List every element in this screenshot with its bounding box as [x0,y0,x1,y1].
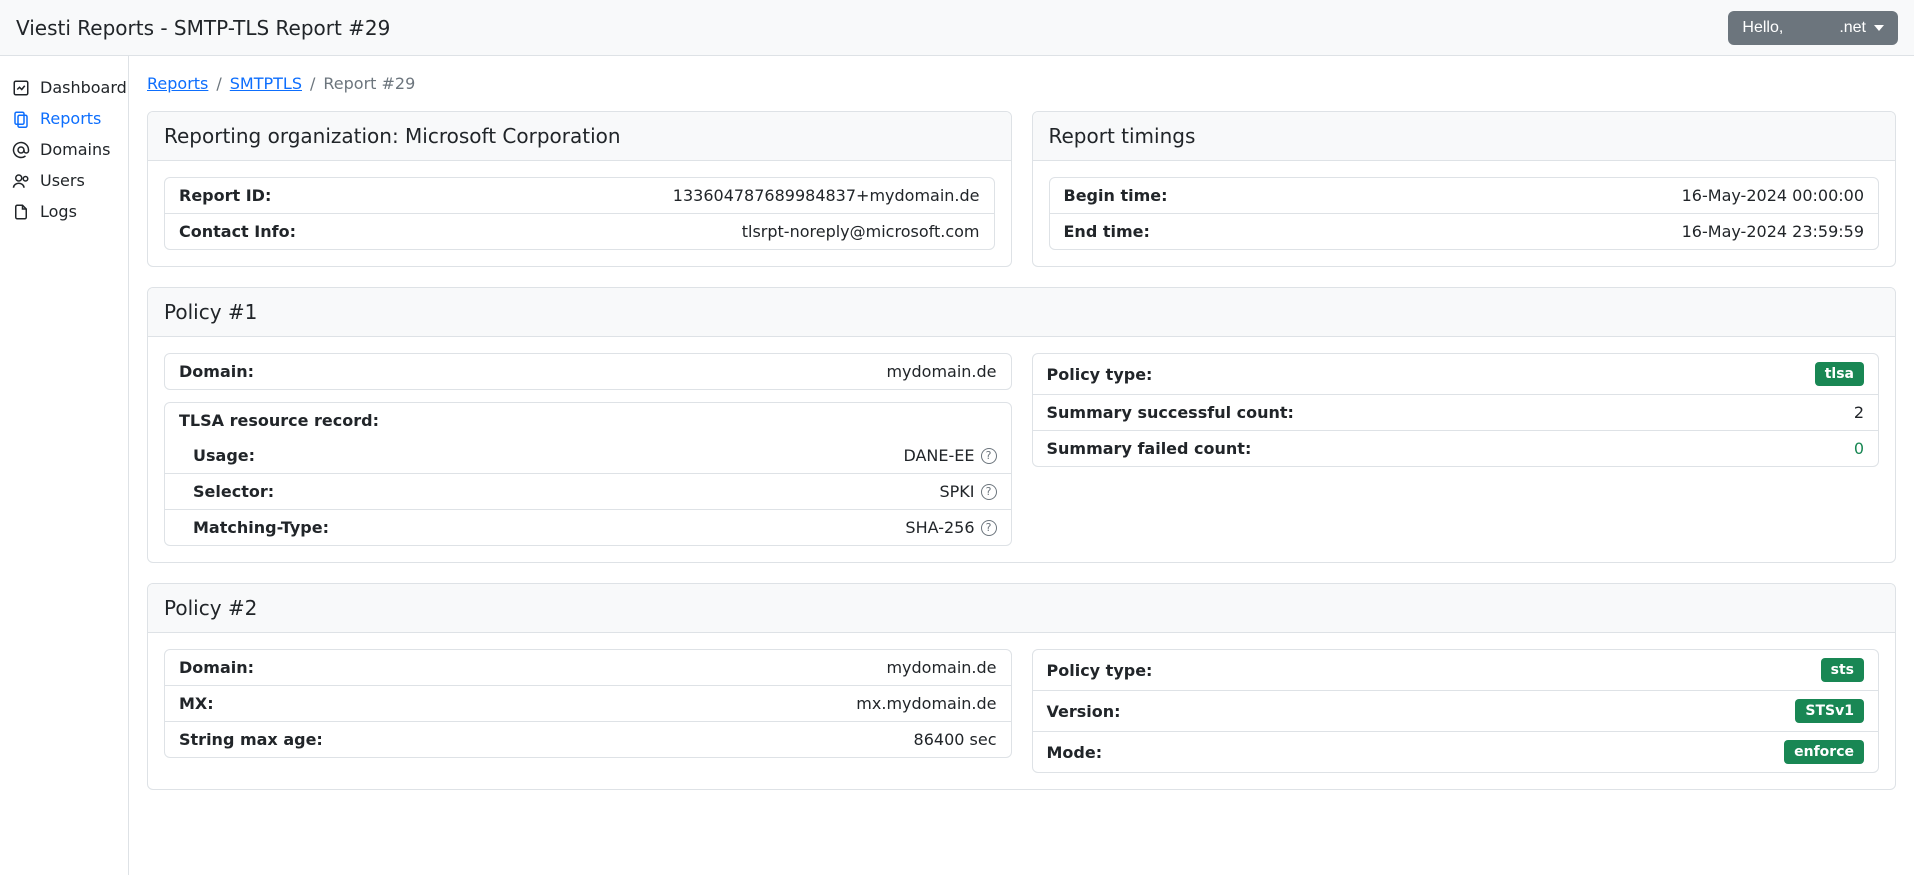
chevron-down-icon [1874,25,1884,31]
failed-count-value: 0 [1854,439,1864,458]
card-header: Report timings [1033,112,1896,161]
policy2-domain-row: Domain: mydomain.de [165,650,1011,686]
begin-time-label: Begin time: [1064,186,1168,205]
card-header: Policy #1 [148,288,1895,337]
end-time-value: 16-May-2024 23:59:59 [1682,222,1864,241]
user-menu-button[interactable]: Hello, .net [1728,11,1898,45]
domain-value: mydomain.de [886,658,996,677]
policy-type-badge: sts [1821,658,1864,682]
policy-type-label: Policy type: [1047,365,1153,384]
policy-type-row: Policy type: tlsa [1033,354,1879,395]
success-count-row: Summary successful count: 2 [1033,395,1879,431]
usage-value: DANE-EE [903,446,974,465]
selector-value: SPKI [939,482,974,501]
file-icon [12,203,30,221]
reporting-org-card: Reporting organization: Microsoft Corpor… [147,111,1012,267]
help-icon[interactable]: ? [981,520,997,536]
domain-value: mydomain.de [886,362,996,381]
maxage-label: String max age: [179,730,323,749]
begin-time-value: 16-May-2024 00:00:00 [1682,186,1864,205]
card-header: Reporting organization: Microsoft Corpor… [148,112,1011,161]
breadcrumb-separator: / [310,74,315,93]
contact-info-label: Contact Info: [179,222,296,241]
policy1-card: Policy #1 Domain: mydomain.de TLSA resou… [147,287,1896,563]
user-label: .net [1839,19,1866,37]
breadcrumb-current: Report #29 [323,74,415,93]
policy1-domain-row: Domain: mydomain.de [165,354,1011,389]
topbar: Viesti Reports - SMTP-TLS Report #29 Hel… [0,0,1914,56]
policy-type-badge: tlsa [1815,362,1864,386]
usage-label: Usage: [193,446,255,465]
mx-value: mx.mydomain.de [856,694,996,713]
failed-count-row: Summary failed count: 0 [1033,431,1879,466]
version-label: Version: [1047,702,1121,721]
sidebar-item-dashboard[interactable]: Dashboard [4,72,124,103]
report-id-value: 133604787689984837+mydomain.de [673,186,980,205]
report-timings-card: Report timings Begin time: 16-May-2024 0… [1032,111,1897,267]
policy2-card: Policy #2 Domain: mydomain.de MX: mx.myd… [147,583,1896,790]
policy-type-row: Policy type: sts [1033,650,1879,691]
main-content: Reports / SMTPTLS / Report #29 Reporting… [129,56,1914,875]
success-count-value: 2 [1854,403,1864,422]
sidebar-item-label: Dashboard [40,78,127,97]
mode-badge: enforce [1784,740,1864,764]
policy-type-label: Policy type: [1047,661,1153,680]
mx-label: MX: [179,694,214,713]
breadcrumb-reports-link[interactable]: Reports [147,74,208,93]
usage-row: Usage: DANE-EE ? [165,438,1011,474]
tlsa-record-title: TLSA resource record: [165,403,1011,438]
card-header: Policy #2 [148,584,1895,633]
report-id-row: Report ID: 133604787689984837+mydomain.d… [165,178,994,214]
begin-time-row: Begin time: 16-May-2024 00:00:00 [1050,178,1879,214]
sidebar-item-label: Logs [40,202,77,221]
version-row: Version: STSv1 [1033,691,1879,732]
hello-text: Hello, [1742,19,1783,37]
maxage-value: 86400 sec [914,730,997,749]
success-count-label: Summary successful count: [1047,403,1294,422]
page-title: Viesti Reports - SMTP-TLS Report #29 [16,16,390,40]
help-icon[interactable]: ? [981,448,997,464]
sidebar-item-label: Users [40,171,85,190]
domain-label: Domain: [179,658,254,677]
sidebar-item-label: Domains [40,140,110,159]
contact-info-value: tlsrpt-noreply@microsoft.com [742,222,980,241]
at-icon [12,141,30,159]
mx-row: MX: mx.mydomain.de [165,686,1011,722]
contact-row: Contact Info: tlsrpt-noreply@microsoft.c… [165,214,994,249]
failed-count-label: Summary failed count: [1047,439,1252,458]
matching-type-label: Matching-Type: [193,518,329,537]
breadcrumb-smtptls-link[interactable]: SMTPTLS [230,74,302,93]
matching-type-value: SHA-256 [905,518,974,537]
mode-row: Mode: enforce [1033,732,1879,772]
sidebar: Dashboard Reports Domains Users Logs [0,56,129,875]
help-icon[interactable]: ? [981,484,997,500]
sidebar-item-reports[interactable]: Reports [4,103,124,134]
end-time-label: End time: [1064,222,1150,241]
end-time-row: End time: 16-May-2024 23:59:59 [1050,214,1879,249]
maxage-row: String max age: 86400 sec [165,722,1011,757]
breadcrumb-separator: / [216,74,221,93]
reports-icon [12,110,30,128]
dashboard-icon [12,79,30,97]
sidebar-item-logs[interactable]: Logs [4,196,124,227]
selector-label: Selector: [193,482,274,501]
users-icon [12,172,30,190]
sidebar-item-users[interactable]: Users [4,165,124,196]
selector-row: Selector: SPKI ? [165,474,1011,510]
domain-label: Domain: [179,362,254,381]
sidebar-item-label: Reports [40,109,101,128]
version-badge: STSv1 [1795,699,1864,723]
report-id-label: Report ID: [179,186,271,205]
matching-type-row: Matching-Type: SHA-256 ? [165,510,1011,545]
breadcrumb: Reports / SMTPTLS / Report #29 [147,74,1896,93]
mode-label: Mode: [1047,743,1103,762]
sidebar-item-domains[interactable]: Domains [4,134,124,165]
